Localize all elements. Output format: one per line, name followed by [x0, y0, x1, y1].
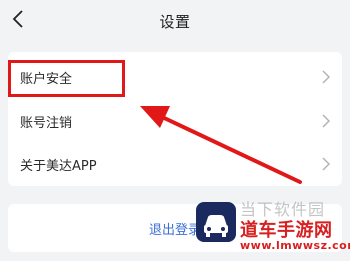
car-icon	[204, 215, 228, 237]
watermark-logo	[196, 202, 236, 242]
watermark: 当下软件园 道车手游网 www.lmwwsz.com	[196, 192, 350, 261]
watermark-url: www.lmwwsz.com	[240, 239, 350, 252]
